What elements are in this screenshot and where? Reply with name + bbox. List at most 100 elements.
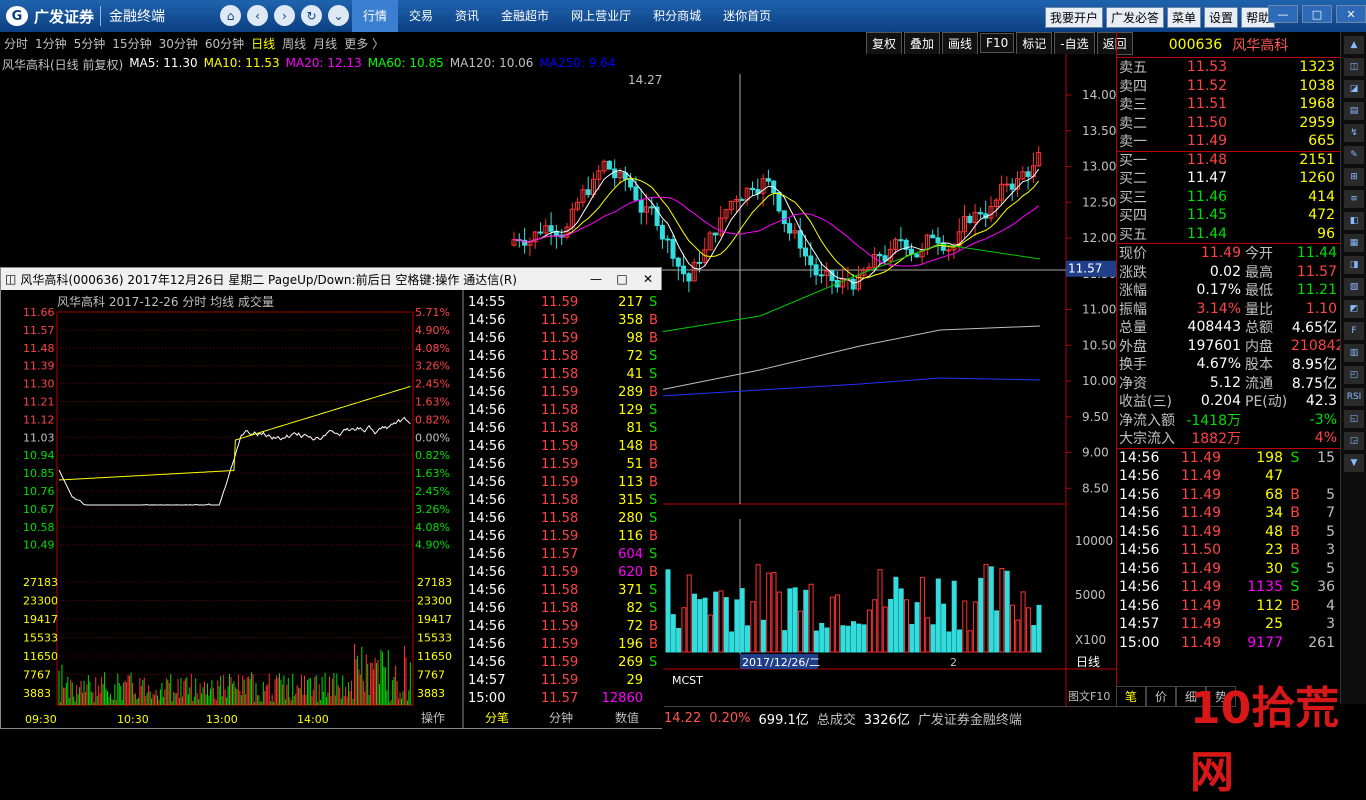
period-9[interactable]: 更多 〉 (344, 35, 384, 52)
sidebar-icon[interactable]: ▥ (1344, 344, 1364, 362)
popup-tick-price: 11.59 (541, 565, 578, 580)
candle (787, 223, 793, 234)
tick-price: 11.49 (1181, 597, 1222, 614)
stat-value: 210842 (1291, 337, 1345, 354)
period-4[interactable]: 30分钟 (159, 35, 198, 52)
tool-button-2[interactable]: 画线 (942, 31, 979, 55)
sidebar-icon[interactable]: RSI (1344, 388, 1364, 406)
pct-tick: 4.08% (415, 521, 450, 534)
popup-tab-1[interactable]: 分笔 (485, 710, 509, 725)
candle (1009, 183, 1015, 190)
nav-6[interactable]: 迷你首页 (712, 0, 782, 32)
quote-tab-1[interactable]: 价 (1146, 685, 1177, 707)
price-tick: 11.00 (1082, 303, 1116, 317)
popup-title-bar[interactable]: ◫ 风华高科(000636) 2017年12月26日 星期二 PageUp/Do… (1, 268, 661, 290)
intraday-popup[interactable]: ◫ 风华高科(000636) 2017年12月26日 星期二 PageUp/Do… (0, 267, 663, 729)
stat-label: 净资 (1119, 375, 1147, 392)
tick-row: 14:56 11.49 47 (1117, 467, 1340, 486)
tool-button-0[interactable]: 复权 (866, 31, 903, 55)
sidebar-icon[interactable]: ◲ (1344, 432, 1364, 450)
tool-button-3[interactable]: F10 (980, 33, 1015, 53)
sidebar-icon[interactable]: ◩ (1344, 300, 1364, 318)
popup-tab-3[interactable]: 数值 (615, 710, 639, 725)
period-0[interactable]: 分时 (4, 35, 28, 52)
sidebar-icon[interactable]: ▼ (1344, 454, 1364, 472)
intraday-chart[interactable]: 风华高科 2017-12-26 分时 均线 成交量11.66 11.57 11.48… (1, 290, 663, 728)
sidebar-icon[interactable]: ◰ (1344, 366, 1364, 384)
maximize-icon[interactable]: □ (1302, 5, 1332, 23)
top-button-0[interactable]: 我要开户 (1045, 7, 1104, 28)
stat-value: 11.49 (1200, 245, 1241, 262)
popup-tab-0[interactable]: 操作 (421, 710, 445, 725)
orderbook-price: 11.50 (1187, 114, 1228, 131)
back-icon[interactable]: ‹ (247, 5, 268, 26)
nav-3[interactable]: 金融超市 (490, 0, 560, 32)
period-7[interactable]: 周线 (282, 35, 306, 52)
popup-tick-price: 11.59 (541, 439, 578, 454)
sidebar-icon[interactable]: ▤ (1344, 102, 1364, 120)
sidebar-icon[interactable]: ◫ (1344, 58, 1364, 76)
tick-time: 14:56 (1119, 597, 1160, 614)
stat-value: 3.14% (1196, 300, 1241, 317)
tool-button-4[interactable]: 标记 (1016, 31, 1053, 55)
f10-label[interactable]: 图文F10 (1068, 689, 1110, 703)
price-tick: 13.50 (1082, 124, 1116, 138)
sidebar-icon[interactable]: ≡ (1344, 190, 1364, 208)
sidebar-icon[interactable]: ▦ (1344, 234, 1364, 252)
period-8[interactable]: 月线 (313, 35, 337, 52)
period-1[interactable]: 1分钟 (35, 35, 67, 52)
sidebar-icon[interactable]: ◪ (1344, 80, 1364, 98)
tool-button-5[interactable]: -自选 (1054, 31, 1095, 55)
popup-tick-side: S (649, 421, 657, 436)
stat-label: 内盘 (1245, 338, 1273, 355)
sidebar-icon[interactable]: ◨ (1344, 256, 1364, 274)
volume-bar (909, 624, 915, 653)
nav-0[interactable]: 行情 (352, 0, 399, 32)
sidebar-icon[interactable]: ◱ (1344, 410, 1364, 428)
period-2[interactable]: 5分钟 (74, 35, 106, 52)
nav-4[interactable]: 网上营业厅 (560, 0, 642, 32)
popup-tick-side: B (649, 475, 658, 490)
orderbook-row: 买二 11.47 1260 (1117, 169, 1340, 188)
nav-5[interactable]: 积分商城 (642, 0, 712, 32)
stat-label: 股本 (1245, 357, 1273, 374)
forward-icon[interactable]: › (274, 5, 295, 26)
refresh-icon[interactable]: ↻ (301, 5, 322, 26)
sidebar-icon[interactable]: ◧ (1344, 212, 1364, 230)
minimize-icon[interactable]: — (1268, 5, 1298, 23)
sidebar-icon[interactable]: F (1344, 322, 1364, 340)
expand-icon[interactable]: ⌄ (328, 5, 349, 26)
period-3[interactable]: 15分钟 (112, 35, 151, 52)
popup-close-icon[interactable]: ✕ (635, 272, 661, 286)
quote-tab-0[interactable]: 笔 (1116, 685, 1147, 707)
close-icon[interactable]: ✕ (1336, 5, 1366, 23)
popup-tick-side: B (649, 529, 658, 544)
nav-2[interactable]: 资讯 (444, 0, 490, 32)
stat-value: 8.95亿 (1291, 357, 1337, 374)
stat-value: 0.02 (1209, 263, 1241, 280)
nav-1[interactable]: 交易 (398, 0, 444, 32)
home-icon[interactable]: ⌂ (220, 5, 241, 26)
popup-minimize-icon[interactable]: — (583, 272, 609, 286)
popup-tick-volume: 98 (626, 331, 643, 346)
popup-tick-time: 14:56 (468, 655, 505, 670)
sidebar-icon[interactable]: ✎ (1344, 146, 1364, 164)
sidebar-up-icon[interactable]: ▲ (1344, 36, 1364, 54)
sidebar-icon[interactable]: ▧ (1344, 278, 1364, 296)
orderbook-label: 买二 (1119, 171, 1147, 188)
tool-button-1[interactable]: 叠加 (904, 31, 941, 55)
period-6[interactable]: 日线 (251, 35, 275, 52)
popup-tab-2[interactable]: 分钟 (549, 710, 573, 725)
period-5[interactable]: 60分钟 (205, 35, 244, 52)
top-button-2[interactable]: 菜单 (1167, 7, 1202, 28)
volume-bar (734, 599, 740, 653)
top-button-1[interactable]: 广发必答 (1106, 7, 1165, 28)
top-button-3[interactable]: 设置 (1204, 7, 1239, 28)
sidebar-icon[interactable]: ↯ (1344, 124, 1364, 142)
popup-maximize-icon[interactable]: □ (609, 272, 635, 286)
logo-icon: G (6, 6, 28, 26)
popup-tick-side: S (649, 349, 657, 364)
tick-volume: 23 (1265, 542, 1283, 559)
price-tick: 8.50 (1082, 481, 1109, 495)
sidebar-icon[interactable]: ⊞ (1344, 168, 1364, 186)
